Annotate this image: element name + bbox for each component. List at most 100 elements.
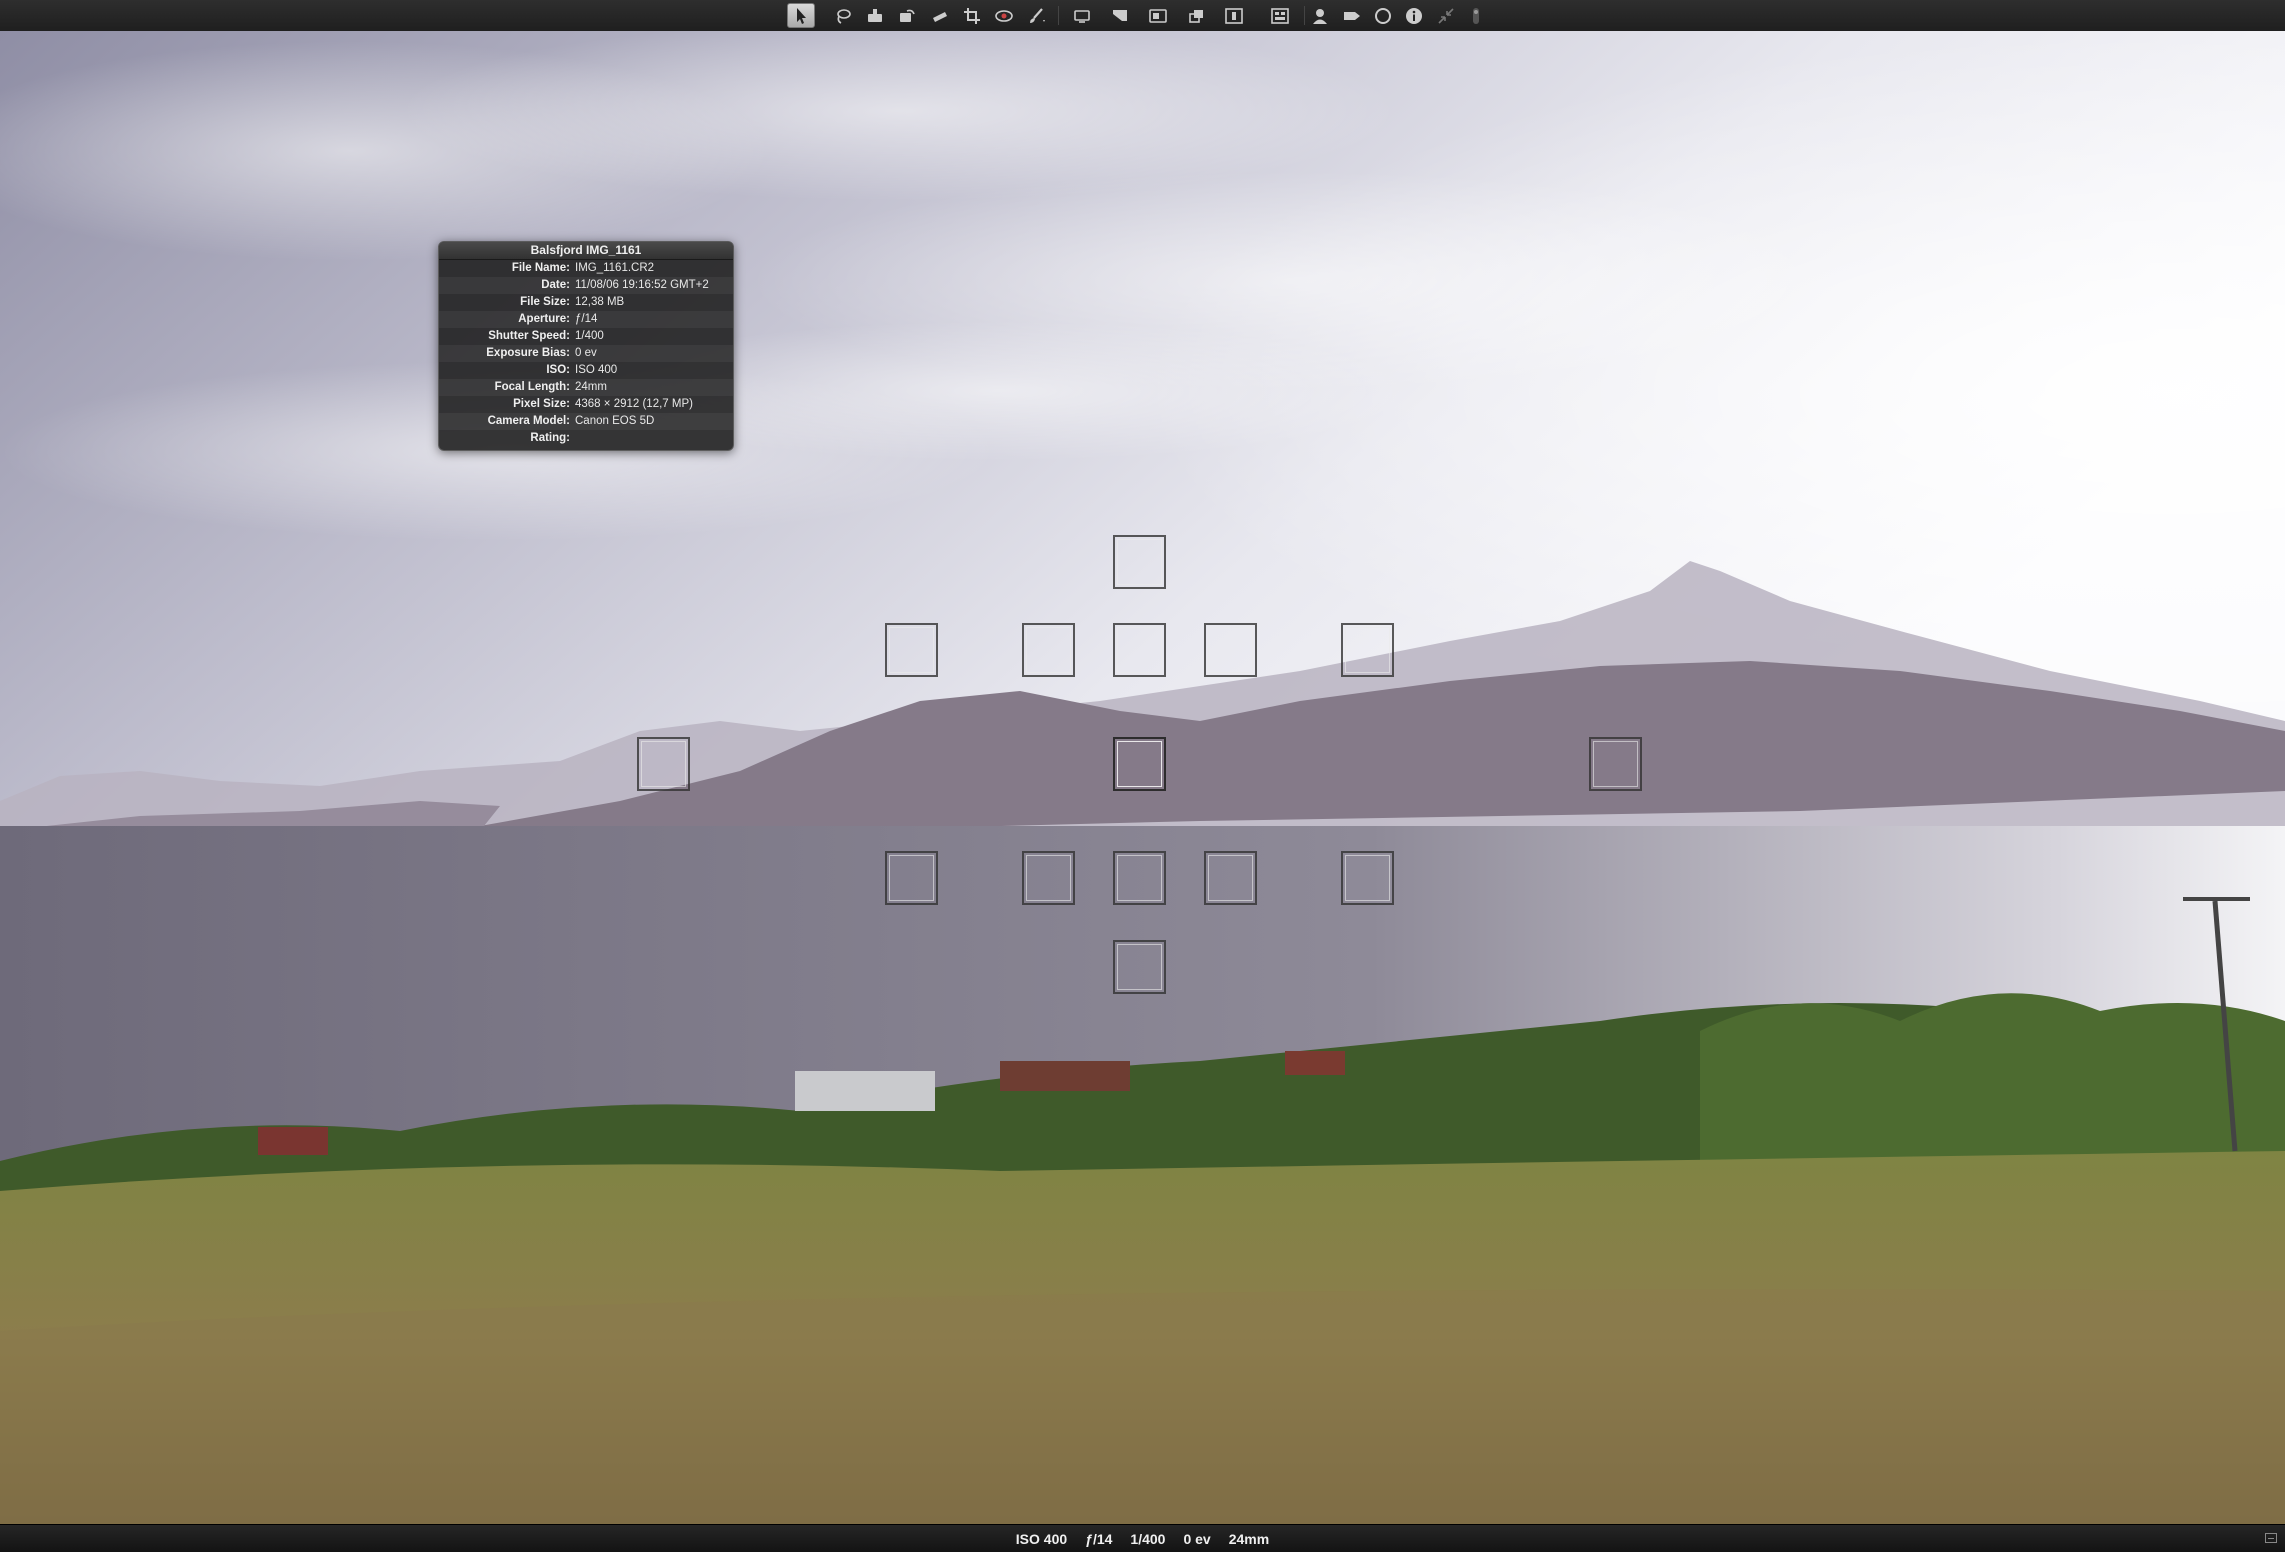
stack-icon: [1189, 9, 1203, 23]
hud-row-rating: Rating:: [439, 430, 733, 447]
compare-tool-button[interactable]: [1144, 3, 1172, 28]
hud-rows: File Name: IMG_1161.CR2 Date: 11/08/06 19:…: [439, 260, 733, 447]
hud-row-iso: ISO: ISO 400: [439, 362, 733, 379]
hud-row-date: Date: 11/08/06 19:16:52 GMT+2: [439, 277, 733, 294]
info-hud-panel[interactable]: Balsfjord IMG_1161 File Name: IMG_1161.CR…: [438, 241, 734, 451]
crop-tool-button[interactable]: [958, 3, 986, 28]
hud-key: Date:: [541, 279, 570, 291]
red-eye-icon: [995, 9, 1013, 22]
hud-key: Aperture:: [518, 313, 570, 325]
af-point: [1589, 737, 1642, 791]
hud-key: Exposure Bias:: [486, 347, 570, 359]
hud-value: 12,38 MB: [575, 296, 625, 308]
select-tool-button[interactable]: [787, 3, 815, 28]
hud-key: Camera Model:: [487, 415, 570, 427]
hud-value: 1/400: [575, 330, 604, 342]
toolbar-separator: [1058, 6, 1059, 25]
loupe-icon: [1375, 7, 1391, 24]
loupe-tool-button[interactable]: [1369, 3, 1397, 28]
hud-key: File Name:: [511, 262, 570, 274]
status-iso: ISO 400: [1015, 1530, 1068, 1547]
hud-key: Pixel Size:: [513, 398, 570, 410]
brush-tool-button[interactable]: [1022, 3, 1050, 28]
hud-row-aperture: Aperture: ƒ/14: [439, 311, 733, 328]
hud-value: ƒ/14: [575, 313, 598, 325]
tag-icon: [1344, 11, 1360, 20]
brush-icon: [1030, 7, 1045, 23]
lift-tool-button[interactable]: [1068, 3, 1096, 28]
single-view-tool-button[interactable]: [1220, 3, 1248, 28]
compare-icon: [1149, 8, 1167, 23]
af-point: [1341, 623, 1394, 677]
crop-icon: [964, 7, 980, 24]
af-point: [1113, 851, 1166, 905]
toolbar-separator: [1304, 6, 1305, 25]
faces-tool-button[interactable]: [1306, 3, 1334, 28]
top-toolbar: [0, 0, 2285, 32]
straighten-tool-button[interactable]: [926, 3, 954, 28]
af-point: [1113, 535, 1166, 589]
lasso-icon: [837, 8, 851, 24]
stamp-adjust-icon: [1113, 9, 1127, 21]
af-point: [1113, 940, 1166, 994]
af-point: [1341, 851, 1394, 905]
hud-row-file-size: File Size: 12,38 MB: [439, 294, 733, 311]
photo-canvas[interactable]: [0, 31, 2285, 1524]
info-tool-button[interactable]: [1400, 3, 1428, 28]
rotate-icon: [900, 9, 915, 22]
status-exposure: 0 ev: [1183, 1530, 1211, 1547]
hud-value: 0 ev: [575, 347, 597, 359]
stamp-icon: [868, 8, 882, 22]
af-point: [637, 737, 690, 791]
hud-row-exposure-bias: Exposure Bias: 0 ev: [439, 345, 733, 362]
stack-tool-button[interactable]: [1182, 3, 1210, 28]
stamp-tool-button[interactable]: [861, 3, 889, 28]
hud-key: Focal Length:: [494, 381, 570, 393]
tag-tool-button[interactable]: [1338, 3, 1366, 28]
straighten-icon: [933, 11, 947, 22]
hud-row-focal-length: Focal Length: 24mm: [439, 379, 733, 396]
hud-value: 24mm: [575, 381, 607, 393]
af-point-center: [1113, 737, 1166, 791]
hud-key: Shutter Speed:: [488, 330, 570, 342]
hud-value: 4368 × 2912 (12,7 MP): [575, 398, 693, 410]
pin-tool-button[interactable]: [1462, 3, 1490, 28]
hud-key: Rating:: [530, 432, 570, 444]
lasso-tool-button[interactable]: [829, 3, 857, 28]
status-focal-length: 24mm: [1228, 1530, 1270, 1547]
exif-summary: ISO 400 ƒ/14 1/400 0 ev 24mm: [0, 1525, 2285, 1552]
af-point: [885, 851, 938, 905]
af-point: [885, 623, 938, 677]
hud-key: ISO:: [546, 364, 570, 376]
hud-value: 11/08/06 19:16:52 GMT+2: [575, 279, 709, 291]
arrow-pointer-icon: [797, 7, 806, 24]
af-point: [1204, 623, 1257, 677]
stamp-adjust-tool-button[interactable]: [1106, 3, 1134, 28]
hud-value: Canon EOS 5D: [575, 415, 655, 427]
hud-row-file-name: File Name: IMG_1161.CR2: [439, 260, 733, 277]
pin-icon: [1473, 7, 1479, 24]
hud-row-shutter-speed: Shutter Speed: 1/400: [439, 328, 733, 345]
exit-fullscreen-icon: [1438, 7, 1454, 24]
status-aperture: ƒ/14: [1085, 1530, 1113, 1547]
hud-row-camera-model: Camera Model: Canon EOS 5D: [439, 413, 733, 430]
bottom-status-bar: ISO 400 ƒ/14 1/400 0 ev 24mm: [0, 1524, 2285, 1552]
multi-view-tool-button[interactable]: [1266, 3, 1294, 28]
multi-view-icon: [1271, 7, 1289, 24]
status-shutter: 1/400: [1130, 1530, 1166, 1547]
hud-value: IMG_1161.CR2: [575, 262, 655, 274]
af-point: [1022, 851, 1075, 905]
single-view-icon: [1225, 7, 1243, 24]
person-icon: [1313, 8, 1327, 24]
resize-toggle-icon[interactable]: [2265, 1533, 2277, 1543]
hud-title: Balsfjord IMG_1161: [439, 242, 733, 260]
rotate-tool-button[interactable]: [893, 3, 921, 28]
lift-icon: [1074, 9, 1090, 23]
af-point: [1022, 623, 1075, 677]
af-point: [1113, 623, 1166, 677]
redeye-tool-button[interactable]: [990, 3, 1018, 28]
hud-value: ISO 400: [575, 364, 618, 376]
info-icon: [1406, 7, 1422, 24]
hud-value[interactable]: [575, 430, 733, 447]
fullscreen-exit-tool-button[interactable]: [1432, 3, 1460, 28]
